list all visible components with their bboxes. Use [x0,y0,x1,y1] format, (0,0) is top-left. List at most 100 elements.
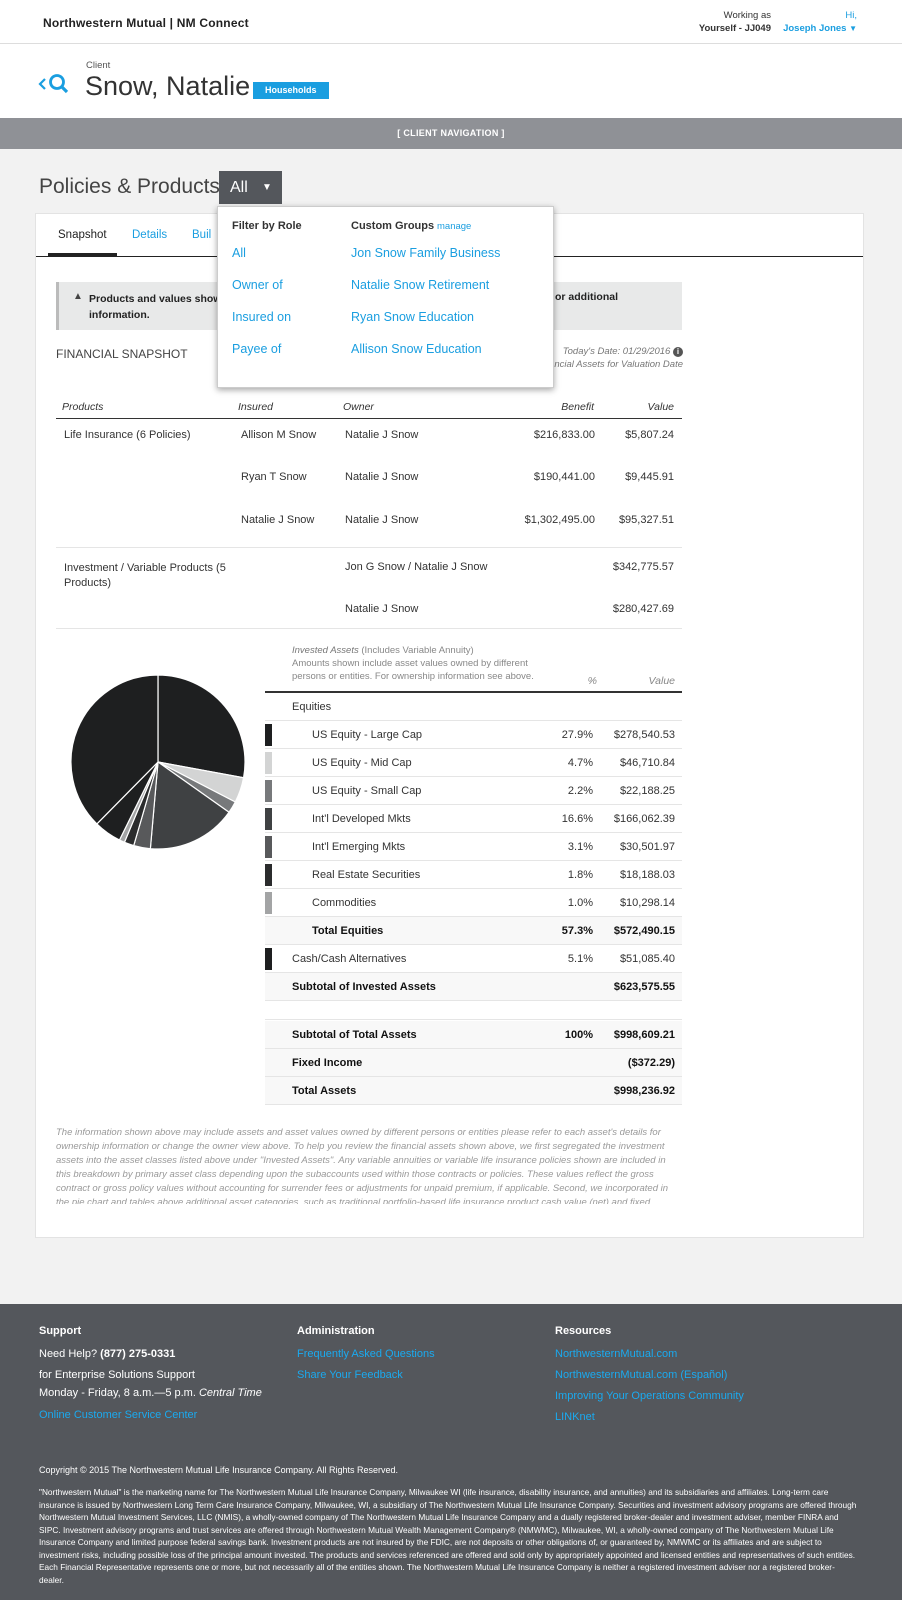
col-owner: Owner [343,401,374,413]
asset-class-value: $46,710.84 [619,757,675,769]
asset-class-pct: 1.8% [567,869,593,881]
subtotal-total-row: Subtotal of Total Assets 100% $998,609.2… [265,1021,682,1049]
cash-pct: 5.1% [567,953,593,965]
section-rule [265,1019,682,1020]
group-option[interactable]: Allison Snow Education [351,342,482,356]
hi-label: Hi, [845,10,857,21]
col-value: Value [647,401,674,413]
alert-text: Products and values show information. [89,293,222,321]
asset-class-name: Int'l Developed Mkts [312,813,411,825]
back-search-button[interactable] [38,72,72,102]
tab-snapshot[interactable]: Snapshot [58,229,107,241]
legend-swatch [265,752,272,774]
legend-swatch [265,780,272,802]
asset-class-value: $10,298.14 [619,897,675,909]
asset-class-name: Commodities [312,897,377,909]
total-equities-label: Total Equities [312,925,384,937]
support-for: for Enterprise Solutions Support [39,1369,195,1381]
asset-class-value: $22,188.25 [619,785,675,797]
role-option-payee-of[interactable]: Payee of [232,342,281,356]
resource-link[interactable]: Improving Your Operations Community [555,1390,744,1402]
legend-swatch [265,724,272,746]
chevron-down-icon: ▼ [849,24,857,33]
resource-link[interactable]: NorthwesternMutual.com (Español) [555,1369,727,1381]
subtotal-total-pct: 100% [564,1029,593,1041]
filter-value: All [230,179,248,196]
hours-timezone: Central Time [198,1387,262,1399]
asset-class-value: $18,188.03 [619,869,675,881]
invested-note-body: Amounts shown include asset values owned… [292,658,534,682]
asset-class-name: US Equity - Large Cap [312,729,423,741]
top-bar: Northwestern Mutual | NM Connect Working… [0,0,902,44]
equities-row: Equities [265,693,682,721]
faq-link[interactable]: Frequently Asked Questions [297,1348,435,1360]
asset-class-name: Real Estate Securities [312,869,421,881]
col-percent: % [587,675,597,687]
benefit-cell: $1,302,495.00 [524,514,595,526]
client-navigation-bar[interactable]: [ CLIENT NAVIGATION ] [0,118,902,149]
support-phone[interactable]: (877) 275-0331 [100,1348,175,1360]
hours-text: Monday - Friday, 8 a.m.—5 p.m. [39,1387,196,1399]
total-assets-row: Total Assets $998,236.92 [265,1077,682,1105]
role-option-owner-of[interactable]: Owner of [232,278,283,292]
subtotal-total-label: Subtotal of Total Assets [292,1029,417,1041]
fixed-income-value: ($372.29) [627,1057,675,1069]
filter-dropdown-menu: Filter by Role Custom Groups manage All … [217,206,554,388]
client-label: Client [86,60,111,71]
asset-class-value: $278,540.53 [613,729,675,741]
asset-class-row: US Equity - Large Cap 27.9% $278,540.53 [265,721,682,749]
asset-class-pct: 2.2% [567,785,593,797]
legend-swatch [265,864,272,886]
group-option[interactable]: Natalie Snow Retirement [351,278,489,292]
invested-note-title: Invested Assets [292,645,359,656]
cash-label: Cash/Cash Alternatives [292,953,407,965]
group-option[interactable]: Ryan Snow Education [351,310,474,324]
online-service-center-link[interactable]: Online Customer Service Center [39,1409,197,1421]
row-divider [56,547,682,548]
resource-link[interactable]: LINKnet [555,1411,595,1423]
insured-cell: Ryan T Snow [241,471,307,483]
asset-class-name: Int'l Emerging Mkts [312,841,406,853]
invested-assets-note: Invested Assets (Includes Variable Annui… [292,644,542,683]
value-cell: $342,775.57 [612,561,674,573]
working-as-value: Yourself - JJ049 [698,23,771,34]
households-button[interactable]: Households [253,82,329,99]
legend-swatch [265,892,272,914]
fixed-income-row: Fixed Income ($372.29) [265,1049,682,1077]
working-as-label: Working as [723,10,771,21]
role-option-insured-on[interactable]: Insured on [232,310,291,324]
tab-details[interactable]: Details [132,229,167,241]
info-icon[interactable]: i [673,347,683,357]
subtotal-invested-value: $623,575.55 [613,981,675,993]
legend-swatch [265,948,272,970]
need-help: Need Help? (877) 275-0331 [39,1348,175,1360]
insured-cell: Allison M Snow [241,429,317,441]
owner-cell: Natalie J Snow [345,514,419,526]
product-name[interactable]: Investment / Variable Products (5 Produc… [64,561,234,591]
asset-class-row: US Equity - Small Cap 2.2% $22,188.25 [265,777,682,805]
brand-logo[interactable]: Northwestern Mutual | NM Connect [43,16,249,30]
tab-builder[interactable]: Buil [192,229,211,241]
equities-label: Equities [292,701,332,713]
group-option[interactable]: Jon Snow Family Business [351,246,500,260]
footer: Support Need Help? (877) 275-0331 for En… [0,1304,902,1600]
product-name[interactable]: Life Insurance (6 Policies) [64,429,191,441]
role-option-all[interactable]: All [232,246,246,260]
col-insured: Insured [238,401,274,413]
asset-class-row: Real Estate Securities 1.8% $18,188.03 [265,861,682,889]
legal-text: "Northwestern Mutual" is the marketing n… [39,1487,857,1585]
asset-class-row: US Equity - Mid Cap 4.7% $46,710.84 [265,749,682,777]
user-menu[interactable]: Hi, Joseph Jones ▼ [783,9,857,35]
manage-groups-link[interactable]: manage [437,221,471,232]
resource-link[interactable]: NorthwesternMutual.com [555,1348,677,1360]
fixed-income-label: Fixed Income [292,1057,363,1069]
owner-cell: Natalie J Snow [345,471,419,483]
total-assets-label: Total Assets [292,1085,357,1097]
asset-class-value: $166,062.39 [613,813,675,825]
asset-class-pct: 3.1% [567,841,593,853]
legend-swatch [265,836,272,858]
feedback-link[interactable]: Share Your Feedback [297,1369,403,1381]
warning-icon: ▲ [73,291,83,302]
chevron-down-icon: ▼ [262,182,272,193]
filter-dropdown-button[interactable]: All ▼ [219,171,282,204]
